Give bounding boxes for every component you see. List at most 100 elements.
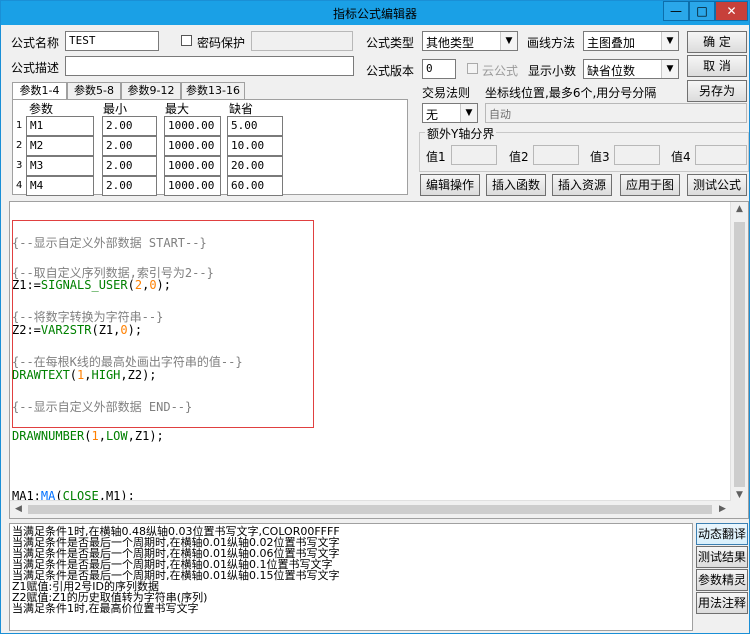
- value3-label: 值3: [590, 150, 610, 164]
- code-token: ,: [98, 429, 106, 443]
- code-token: VAR2STR: [40, 323, 92, 337]
- scroll-down-icon[interactable]: ▼: [731, 490, 748, 500]
- param-default-input[interactable]: 20.00: [227, 156, 283, 176]
- param-default-input[interactable]: 60.00: [227, 176, 283, 196]
- tab-params-9-12[interactable]: 参数9-12: [121, 82, 181, 100]
- minimize-button[interactable]: —: [663, 1, 689, 21]
- code-line: DRAWTEXT(1,HIGH,Z2);: [12, 368, 157, 382]
- formula-type-select[interactable]: 其他类型 ▼: [422, 31, 518, 51]
- scroll-thumb[interactable]: [734, 222, 745, 487]
- draw-method-label: 画线方法: [527, 36, 576, 50]
- cancel-button[interactable]: 取 消: [687, 55, 747, 77]
- param-max-header: 最大: [165, 102, 190, 116]
- param-row-number: 2: [16, 140, 23, 151]
- cloud-formula-label: 云公式: [482, 64, 519, 78]
- code-comment: {--显示自定义外部数据 END--}: [12, 400, 193, 414]
- code-token: 1: [91, 429, 99, 443]
- test-result-button[interactable]: 测试结果: [696, 546, 748, 568]
- ok-button[interactable]: 确 定: [687, 31, 747, 53]
- password-checkbox[interactable]: [181, 35, 192, 46]
- code-editor[interactable]: {--显示自定义外部数据 START--} {--取自定义序列数据,索引号为2-…: [9, 201, 749, 519]
- close-button[interactable]: ✕: [715, 1, 748, 21]
- tab-params-13-16[interactable]: 参数13-16: [181, 82, 245, 100]
- decimal-value: 缺省位数: [587, 64, 636, 78]
- param-min-input[interactable]: 2.00: [102, 116, 157, 136]
- dynamic-translate-button[interactable]: 动态翻译: [696, 523, 748, 545]
- code-line: DRAWNUMBER(1,LOW,Z1);: [12, 429, 164, 443]
- password-input[interactable]: [251, 31, 353, 51]
- trade-rule-select[interactable]: 无 ▼: [422, 103, 478, 123]
- code-token: (: [69, 368, 78, 382]
- value3-input[interactable]: [614, 145, 660, 165]
- scroll-right-icon[interactable]: ▶: [714, 504, 731, 514]
- decimal-select[interactable]: 缺省位数 ▼: [583, 59, 679, 79]
- formula-editor-window: 指标公式编辑器 — □ ✕ 公式名称 TEST 密码保护 公式类型 其他类型 ▼…: [0, 0, 750, 634]
- formula-desc-input[interactable]: [65, 56, 354, 76]
- param-min-input[interactable]: 2.00: [102, 176, 157, 196]
- param-default-header: 缺省: [229, 102, 254, 116]
- param-name-input[interactable]: M1: [26, 116, 94, 136]
- param-default-input[interactable]: 5.00: [227, 116, 283, 136]
- value2-input[interactable]: [533, 145, 579, 165]
- code-token: DRAWTEXT: [12, 368, 70, 382]
- param-max-input[interactable]: 1000.00: [164, 116, 221, 136]
- scroll-up-icon[interactable]: ▲: [731, 204, 748, 214]
- code-token: 2: [134, 278, 143, 292]
- param-name-input[interactable]: M3: [26, 156, 94, 176]
- translation-output[interactable]: 当满足条件1时,在横轴0.48纵轴0.03位置书写文字,COLOR00FFFF …: [9, 523, 693, 631]
- code-token: Z2:=: [12, 323, 41, 337]
- param-name-header: 参数: [29, 102, 54, 116]
- code-token: ,Z2);: [120, 368, 157, 382]
- tab-params-5-8[interactable]: 参数5-8: [67, 82, 121, 100]
- param-name-input[interactable]: M2: [26, 136, 94, 156]
- save-as-button[interactable]: 另存为: [687, 80, 747, 102]
- chevron-down-icon: ▼: [661, 32, 678, 50]
- usage-notes-button[interactable]: 用法注释: [696, 592, 748, 614]
- value1-input[interactable]: [451, 145, 497, 165]
- apply-to-chart-button[interactable]: 应用于图: [620, 174, 680, 196]
- window-title: 指标公式编辑器: [332, 7, 417, 21]
- param-row-number: 3: [16, 160, 23, 171]
- param-min-header: 最小: [103, 102, 128, 116]
- code-token: DRAWNUMBER: [12, 429, 85, 443]
- params-table: 参数 最小 最大 缺省 1 M1 2.00 1000.00 5.00 2 M2 …: [12, 99, 408, 196]
- code-token: (Z1,: [91, 323, 121, 337]
- scroll-corner: [731, 501, 748, 518]
- param-name-input[interactable]: M4: [26, 176, 94, 196]
- formula-name-input[interactable]: TEST: [65, 31, 159, 51]
- value4-input[interactable]: [695, 145, 747, 165]
- scroll-left-icon[interactable]: ◀: [10, 504, 27, 514]
- maximize-button[interactable]: □: [689, 1, 715, 21]
- param-wizard-button[interactable]: 参数精灵: [696, 569, 748, 591]
- cloud-formula-checkbox[interactable]: [467, 63, 478, 74]
- formula-version-input[interactable]: 0: [422, 59, 456, 79]
- param-max-input[interactable]: 1000.00: [164, 136, 221, 156]
- param-max-input[interactable]: 1000.00: [164, 176, 221, 196]
- test-formula-button[interactable]: 测试公式: [687, 174, 747, 196]
- value1-label: 值1: [426, 150, 446, 164]
- scroll-thumb[interactable]: [28, 505, 712, 514]
- param-max-input[interactable]: 1000.00: [164, 156, 221, 176]
- draw-method-value: 主图叠加: [587, 36, 636, 50]
- param-min-input[interactable]: 2.00: [102, 156, 157, 176]
- code-token: HIGH: [91, 368, 121, 382]
- code-line: Z2:=VAR2STR(Z1,0);: [12, 323, 142, 337]
- formula-version-label: 公式版本: [366, 64, 415, 78]
- editor-horizontal-scrollbar[interactable]: ◀ ▶: [10, 500, 731, 518]
- editor-vertical-scrollbar[interactable]: ▲ ▼: [730, 202, 748, 502]
- coord-line-input[interactable]: 自动: [485, 103, 747, 123]
- formula-type-value: 其他类型: [426, 36, 475, 50]
- edit-operation-button[interactable]: 编辑操作: [420, 174, 480, 196]
- insert-resource-button[interactable]: 插入资源: [552, 174, 612, 196]
- param-default-input[interactable]: 10.00: [227, 136, 283, 156]
- code-token: 0: [149, 278, 157, 292]
- insert-function-button[interactable]: 插入函数: [486, 174, 546, 196]
- decimal-label: 显示小数: [528, 64, 577, 78]
- value4-label: 值4: [671, 150, 691, 164]
- code-token: (: [127, 278, 135, 292]
- title-bar[interactable]: 指标公式编辑器 — □ ✕: [1, 1, 749, 25]
- draw-method-select[interactable]: 主图叠加 ▼: [583, 31, 679, 51]
- param-min-input[interactable]: 2.00: [102, 136, 157, 156]
- code-token: );: [156, 278, 171, 292]
- output-line: 当满足条件1时,在最高价位置书写文字: [12, 602, 199, 615]
